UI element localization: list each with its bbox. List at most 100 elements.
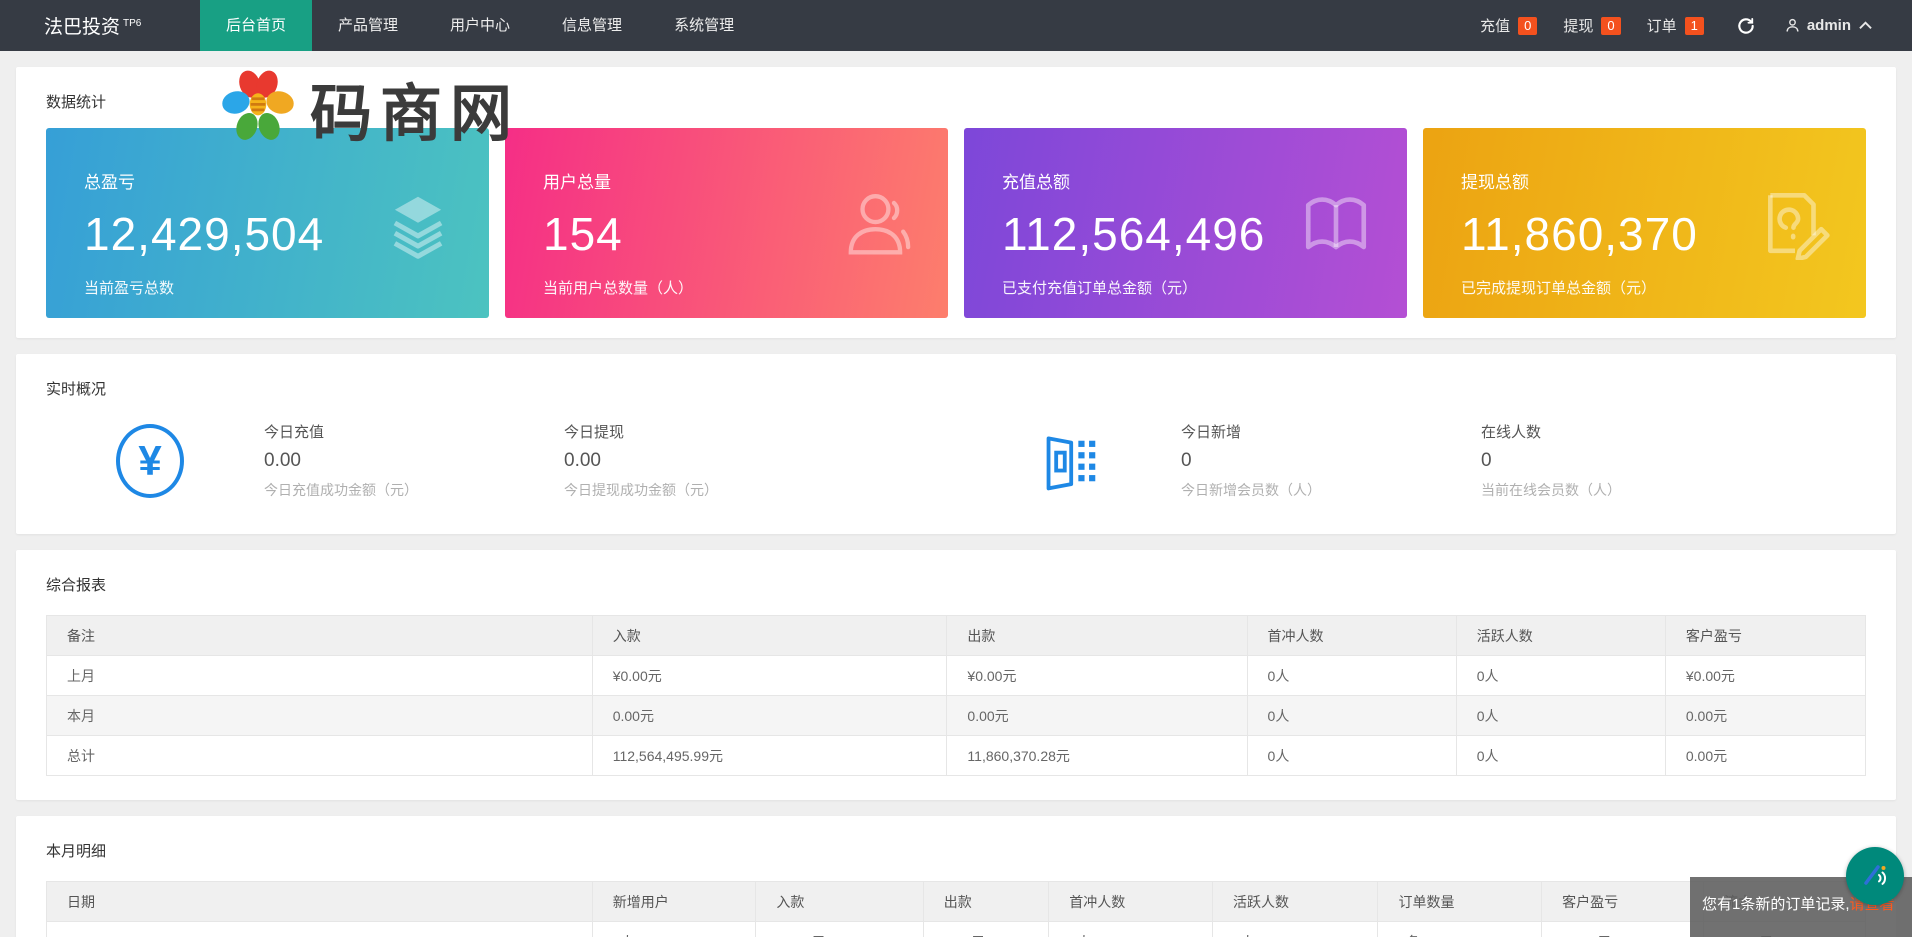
tab-dashboard[interactable]: 后台首页: [200, 0, 312, 51]
realtime-panel: 实时概况 ¥ 今日充值 0.00 今日充值成功金额（元） 今日提现 0.00 今…: [16, 354, 1896, 534]
table-row-total: 总计 112,564,495.99元 11,860,370.28元 0人 0人 …: [47, 736, 1866, 776]
recharge-quicklink[interactable]: 充值 0: [1480, 15, 1537, 36]
toast-message: 您有1条新的订单记录,: [1702, 896, 1850, 913]
report-title: 综合报表: [16, 550, 1896, 595]
online-users-stat: 在线人数 0 当前在线会员数（人）: [1481, 421, 1781, 500]
orders-label: 订单: [1647, 15, 1677, 36]
stat-card-total-withdraw: 提现总额 11,860,370 已完成提现订单总金额（元）: [1423, 128, 1866, 318]
table-row-date: 2022-04-01 0人 ¥0.00元 0.00元 0人 0人 0条 ¥0.0…: [47, 922, 1866, 937]
user-menu[interactable]: admin: [1784, 17, 1872, 34]
stat-label: 在线人数: [1481, 421, 1781, 442]
orders-badge: 1: [1685, 17, 1704, 35]
table-row-this-month: 本月 0.00元 0.00元 0人 0人 0.00元: [47, 696, 1866, 736]
stat-desc: 当前在线会员数（人）: [1481, 480, 1781, 500]
stat-value: 0.00: [264, 450, 564, 472]
col-income: 入款: [756, 882, 923, 922]
withdraw-label: 提现: [1563, 15, 1593, 36]
stat-value: 0.00: [564, 450, 874, 472]
cell: 0人: [1247, 736, 1456, 776]
col-outcome: 出款: [923, 882, 1049, 922]
chevron-up-icon: [1859, 21, 1872, 30]
col-new-users: 新增用户: [592, 882, 756, 922]
main-menu: 后台首页 产品管理 用户中心 信息管理 系统管理: [200, 0, 760, 51]
cell: 0.00元: [923, 922, 1049, 937]
cell: 0.00元: [1665, 736, 1865, 776]
cell: ¥0.00元: [947, 656, 1247, 696]
cell: 0人: [1247, 656, 1456, 696]
cell: 0.00元: [947, 696, 1247, 736]
orders-quicklink[interactable]: 订单 1: [1647, 15, 1704, 36]
report-panel: 综合报表 备注 入款 出款 首冲人数 活跃人数 客户盈亏 上月 ¥0.00元 ¥…: [16, 550, 1896, 800]
card-desc: 已支付充值订单总金额（元）: [1002, 277, 1407, 298]
col-remark: 备注: [47, 616, 593, 656]
stats-title: 数据统计: [16, 67, 1896, 112]
person-icon: [1784, 17, 1801, 34]
stat-label: 今日充值: [264, 421, 564, 442]
col-income: 入款: [592, 616, 947, 656]
refresh-icon[interactable]: [1736, 16, 1756, 36]
cell: 112,564,495.99元: [592, 736, 947, 776]
stats-panel: 数据统计 总盈亏 12,429,504 当前盈亏总数 用户总量 154 当前用户…: [16, 67, 1896, 338]
col-active-users: 活跃人数: [1212, 882, 1378, 922]
recharge-label: 充值: [1480, 15, 1510, 36]
top-navbar: 法巴投资TP6 后台首页 产品管理 用户中心 信息管理 系统管理 充值 0 提现…: [0, 0, 1912, 51]
stat-label: 今日提现: [564, 421, 874, 442]
brand-logo[interactable]: 法巴投资TP6: [0, 12, 200, 39]
cell: ¥0.00元: [756, 922, 923, 937]
realtime-title: 实时概况: [16, 354, 1896, 399]
report-header-row: 备注 入款 出款 首冲人数 活跃人数 客户盈亏: [47, 616, 1866, 656]
today-new-users-stat: 今日新增 0 今日新增会员数（人）: [1181, 421, 1481, 500]
report-table: 备注 入款 出款 首冲人数 活跃人数 客户盈亏 上月 ¥0.00元 ¥0.00元…: [46, 615, 1866, 776]
stat-value: 0: [1481, 450, 1781, 472]
detail-header-row: 日期 新增用户 入款 出款 首冲人数 活跃人数 订单数量 客户盈亏 流水: [47, 882, 1866, 922]
withdraw-quicklink[interactable]: 提现 0: [1563, 15, 1620, 36]
cell: 总计: [47, 736, 593, 776]
brand-text: 法巴投资: [44, 17, 120, 38]
cell: 0人: [1456, 696, 1665, 736]
col-customer-pl: 客户盈亏: [1665, 616, 1865, 656]
user-icon: [840, 186, 914, 260]
card-desc: 当前用户总数量（人）: [543, 277, 948, 298]
cell: 0条: [1378, 922, 1542, 937]
username: admin: [1807, 17, 1851, 34]
cell: ¥0.00元: [1542, 922, 1704, 937]
cell: ¥0.00元: [1665, 656, 1865, 696]
book-icon: [1299, 186, 1373, 260]
card-desc: 已完成提现订单总金额（元）: [1461, 277, 1866, 298]
today-withdraw-stat: 今日提现 0.00 今日提现成功金额（元）: [564, 421, 874, 500]
stat-card-total-profit: 总盈亏 12,429,504 当前盈亏总数: [46, 128, 489, 318]
stat-card-total-recharge: 充值总额 112,564,496 已支付充值订单总金额（元）: [964, 128, 1407, 318]
col-customer-pl: 客户盈亏: [1542, 882, 1704, 922]
stat-label: 今日新增: [1181, 421, 1481, 442]
col-date: 日期: [47, 882, 593, 922]
order-toast: 您有1条新的订单记录,请查看: [1690, 877, 1912, 937]
yen-icon: ¥: [116, 424, 184, 498]
col-order-count: 订单数量: [1378, 882, 1542, 922]
cell: 0人: [1456, 736, 1665, 776]
stat-desc: 今日充值成功金额（元）: [264, 480, 564, 500]
navbar-right: 充值 0 提现 0 订单 1 admin: [1480, 15, 1912, 36]
detail-table: 日期 新增用户 入款 出款 首冲人数 活跃人数 订单数量 客户盈亏 流水 202…: [46, 881, 1866, 937]
col-outcome: 出款: [947, 616, 1247, 656]
tab-system[interactable]: 系统管理: [648, 0, 760, 51]
table-row-last-month: 上月 ¥0.00元 ¥0.00元 0人 0人 ¥0.00元: [47, 656, 1866, 696]
tab-users[interactable]: 用户中心: [424, 0, 536, 51]
cell: 0.00元: [592, 696, 947, 736]
today-recharge-stat: 今日充值 0.00 今日充值成功金额（元）: [264, 421, 564, 500]
stat-card-total-users: 用户总量 154 当前用户总数量（人）: [505, 128, 948, 318]
tab-information[interactable]: 信息管理: [536, 0, 648, 51]
layers-icon: [381, 186, 455, 260]
card-desc: 当前盈亏总数: [84, 277, 489, 298]
cell: 0人: [592, 922, 756, 937]
stat-cards: 总盈亏 12,429,504 当前盈亏总数 用户总量 154 当前用户总数量（人…: [16, 112, 1896, 338]
doc-edit-icon: [1758, 186, 1832, 260]
stat-desc: 今日提现成功金额（元）: [564, 480, 874, 500]
notification-sound-icon[interactable]: [1846, 847, 1904, 905]
cell: ¥0.00元: [592, 656, 947, 696]
tab-products[interactable]: 产品管理: [312, 0, 424, 51]
cell: 0人: [1456, 656, 1665, 696]
building-icon: [1039, 428, 1101, 494]
recharge-badge: 0: [1518, 17, 1537, 35]
cell: 0人: [1247, 696, 1456, 736]
stat-value: 0: [1181, 450, 1481, 472]
